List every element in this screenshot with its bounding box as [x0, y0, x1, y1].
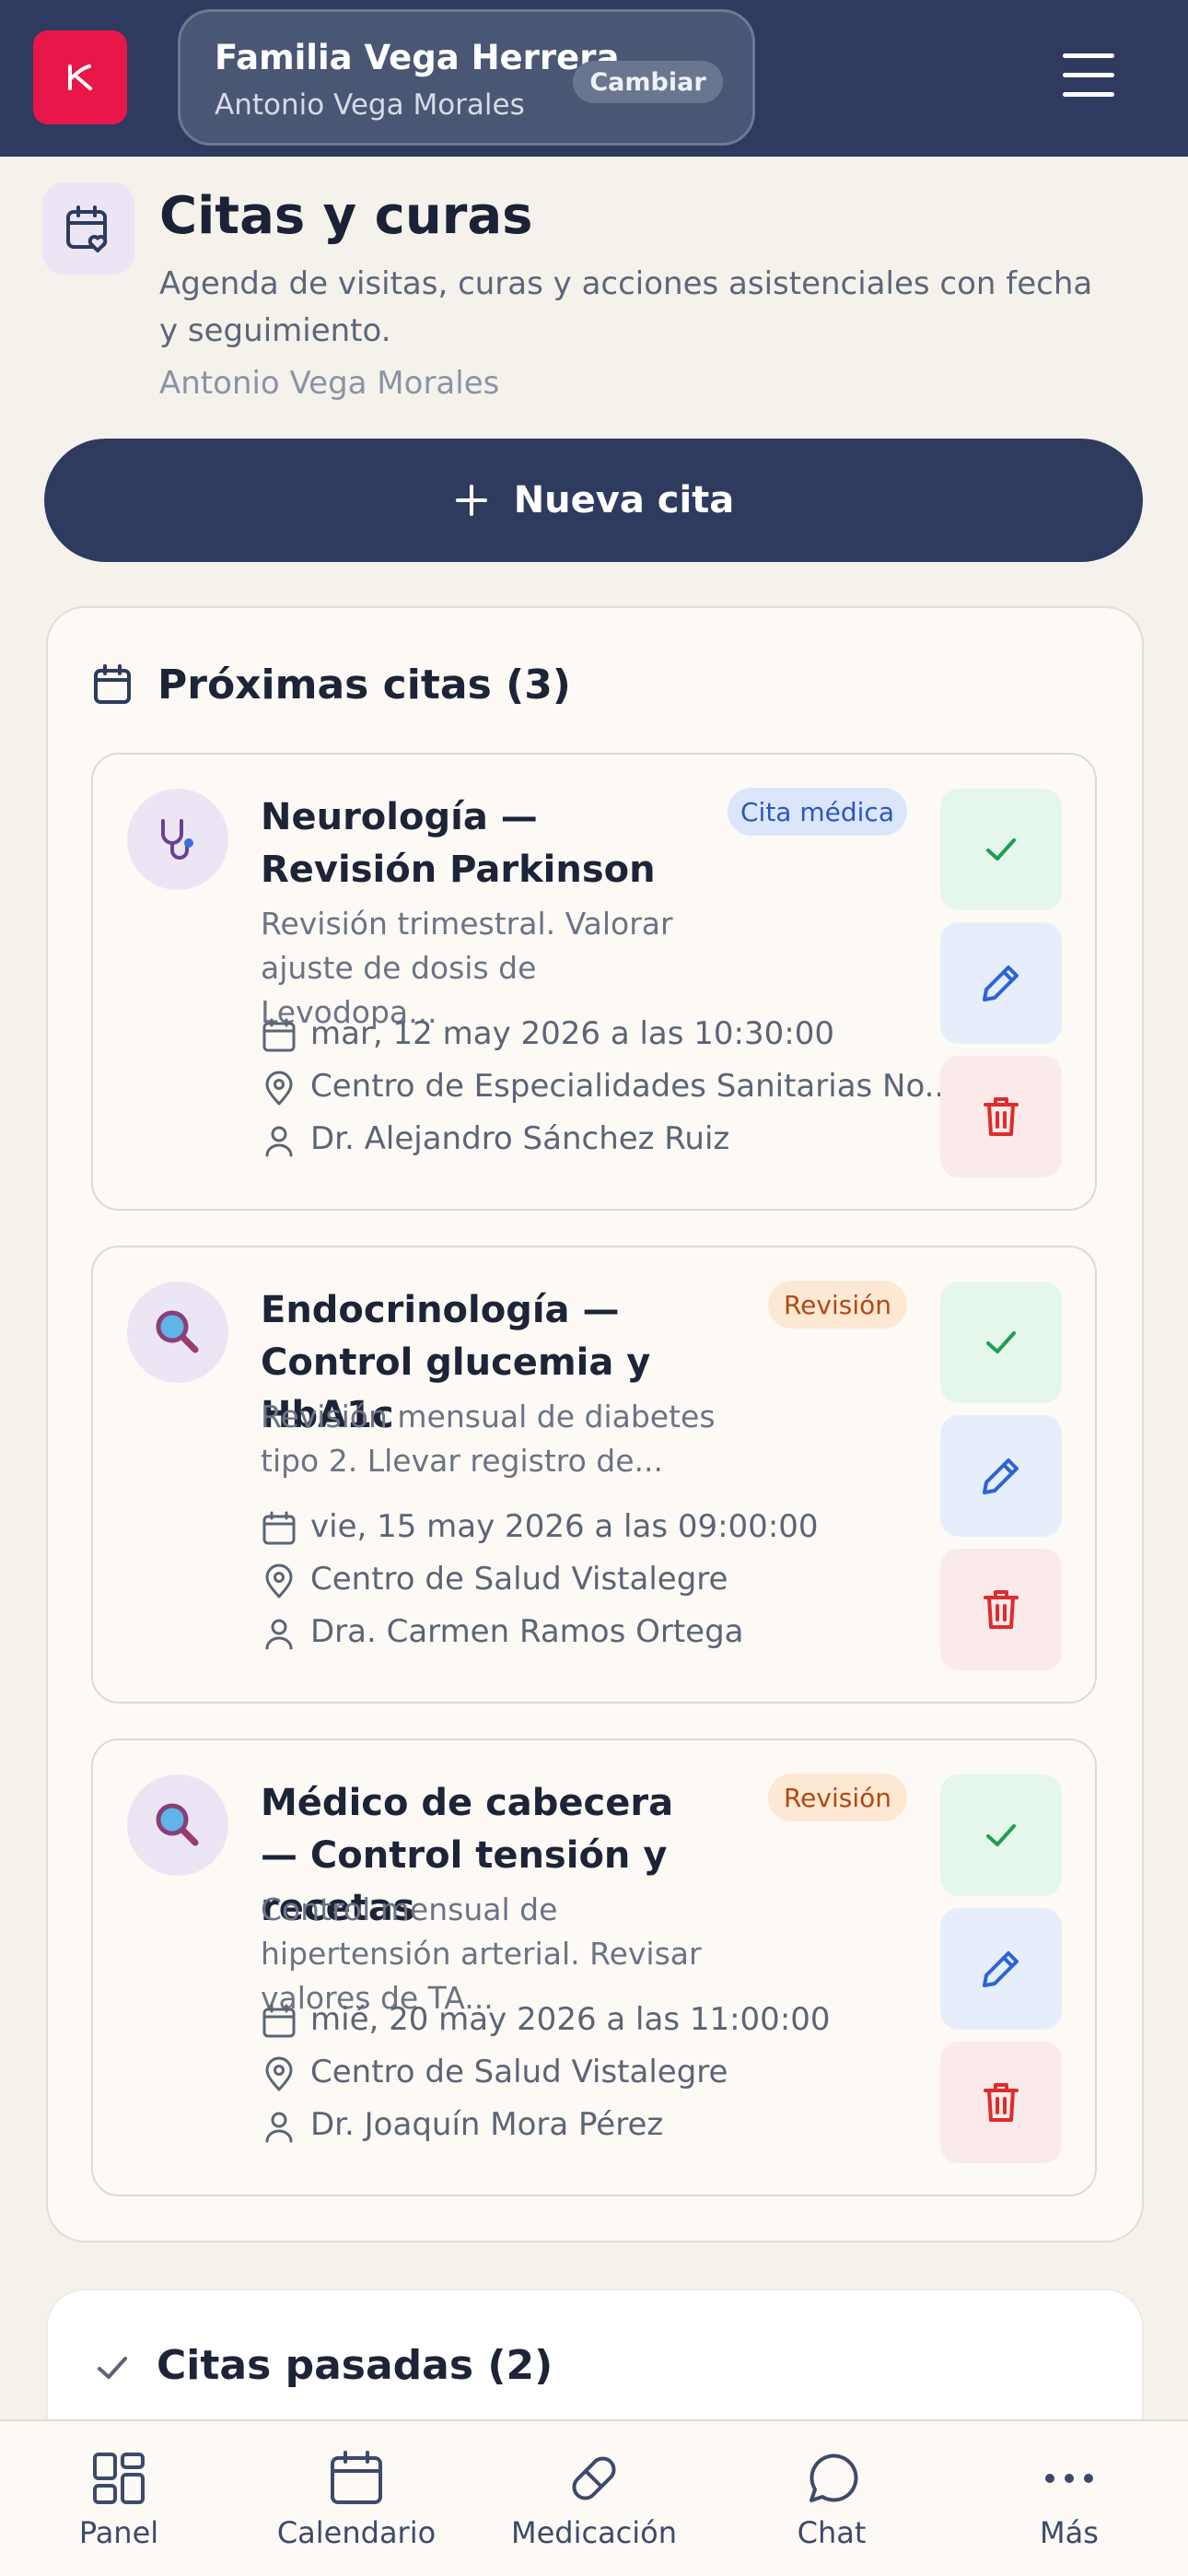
check-icon	[986, 1824, 1016, 1846]
appointment-doctor: Dr. Joaquín Mora Pérez	[310, 2106, 664, 2143]
trash-icon	[984, 1590, 1019, 1629]
appointment-date: mar, 12 may 2026 a las 10:30:00	[310, 1015, 834, 1052]
calendar-icon	[262, 2004, 296, 2038]
nav-item-panel[interactable]: Panel	[0, 2421, 238, 2576]
calendar-icon	[262, 1018, 296, 1052]
appointment-description: Revisión mensual de diabetes tipo 2. Lle…	[261, 1399, 716, 1479]
delete-button[interactable]	[940, 1056, 1062, 1177]
delete-button[interactable]	[940, 1549, 1062, 1670]
check-icon	[986, 838, 1016, 861]
nav-item-medicacion[interactable]: Medicación	[475, 2421, 713, 2576]
app-root: Familia Vega Herrera Antonio Vega Morale…	[0, 0, 1188, 2576]
grid-icon	[0, 2449, 238, 2508]
new-appointment-button[interactable]: Nueva cita	[44, 439, 1143, 562]
pencil-icon	[983, 966, 1019, 1001]
top-bar: Familia Vega Herrera Antonio Vega Morale…	[0, 0, 1188, 157]
more-dots-icon	[950, 2449, 1188, 2508]
type-badge: Revisión	[768, 1281, 907, 1329]
nav-label: Más	[1040, 2515, 1099, 2550]
nav-label: Medicación	[510, 2515, 678, 2550]
family-switcher[interactable]: Familia Vega Herrera Antonio Vega Morale…	[178, 9, 755, 146]
pill-icon	[475, 2449, 713, 2508]
delete-button[interactable]	[940, 2042, 1062, 2163]
heart-hand-logo-icon	[68, 64, 92, 90]
trash-icon	[984, 1097, 1019, 1136]
check-icon	[986, 1331, 1016, 1353]
appointment-card[interactable]: Endocrinología — Control glucemia y HbA1…	[91, 1246, 1097, 1704]
app-logo[interactable]	[33, 30, 127, 124]
calendar-icon	[262, 1511, 296, 1545]
pencil-icon	[983, 1951, 1019, 1987]
page-description: Agenda de visitas, curas y acciones asis…	[159, 265, 1093, 349]
upcoming-section-title: Próximas citas (3)	[157, 662, 571, 708]
person-icon	[265, 1126, 293, 1157]
appointment-location: Centro de Salud Vistalegre	[310, 1561, 728, 1598]
map-pin-icon	[265, 1071, 293, 1106]
nav-label: Chat	[797, 2515, 867, 2550]
nav-item-chat[interactable]: Chat	[713, 2421, 950, 2576]
type-badge: Revisión	[768, 1774, 907, 1821]
calendar-heart-icon	[42, 182, 134, 275]
chat-bubble-icon	[713, 2449, 950, 2508]
type-badge: Cita médica	[728, 788, 907, 836]
nav-label: Panel	[78, 2515, 159, 2550]
check-icon	[98, 2357, 127, 2379]
hamburger-menu-icon[interactable]	[1059, 48, 1118, 103]
active-patient-name: Antonio Vega Morales	[215, 88, 525, 122]
magnifier-icon	[127, 1774, 228, 1876]
appointment-location: Centro de Salud Vistalegre	[310, 2054, 728, 2090]
family-name: Familia Vega Herrera	[215, 38, 620, 77]
bottom-navigation: Panel Calendario Medicación Chat Más	[0, 2419, 1188, 2576]
edit-button[interactable]	[940, 922, 1062, 1044]
nav-item-mas[interactable]: Más	[950, 2421, 1188, 2576]
appointment-doctor: Dr. Alejandro Sánchez Ruiz	[310, 1120, 730, 1157]
complete-button[interactable]	[940, 789, 1062, 910]
appointment-date: vie, 15 may 2026 a las 09:00:00	[310, 1508, 819, 1545]
plus-icon	[455, 485, 487, 516]
trash-icon	[984, 2083, 1019, 2122]
nav-label: Calendario	[276, 2515, 437, 2550]
appointment-doctor: Dra. Carmen Ramos Ortega	[310, 1613, 744, 1650]
stethoscope-icon	[127, 789, 228, 890]
appointment-card[interactable]: Médico de cabecera — Control tensión y r…	[91, 1739, 1097, 2196]
calendar-icon	[92, 663, 133, 709]
person-icon	[265, 2112, 293, 2143]
pencil-icon	[983, 1458, 1019, 1494]
page-title: Citas y curas	[159, 186, 533, 246]
calendar-icon	[238, 2449, 475, 2508]
map-pin-icon	[265, 2056, 293, 2091]
appointment-date: mié, 20 may 2026 a las 11:00:00	[310, 2001, 831, 2038]
nav-item-calendario[interactable]: Calendario	[238, 2421, 475, 2576]
page-patient-name: Antonio Vega Morales	[159, 365, 500, 402]
new-appointment-label: Nueva cita	[513, 479, 735, 521]
map-pin-icon	[265, 1563, 293, 1598]
appointment-location: Centro de Especialidades Sanitarias No..…	[310, 1068, 955, 1105]
past-section-title: Citas pasadas (2)	[157, 2342, 553, 2389]
appointment-title: Neurología — Revisión Parkinson	[261, 796, 656, 891]
edit-button[interactable]	[940, 1415, 1062, 1537]
person-icon	[265, 1619, 293, 1650]
complete-button[interactable]	[940, 1282, 1062, 1403]
complete-button[interactable]	[940, 1774, 1062, 1896]
magnifier-icon	[127, 1282, 228, 1383]
appointment-card[interactable]: Neurología — Revisión Parkinson Cita méd…	[91, 753, 1097, 1211]
edit-button[interactable]	[940, 1908, 1062, 2030]
change-family-button[interactable]: Cambiar	[573, 61, 723, 103]
